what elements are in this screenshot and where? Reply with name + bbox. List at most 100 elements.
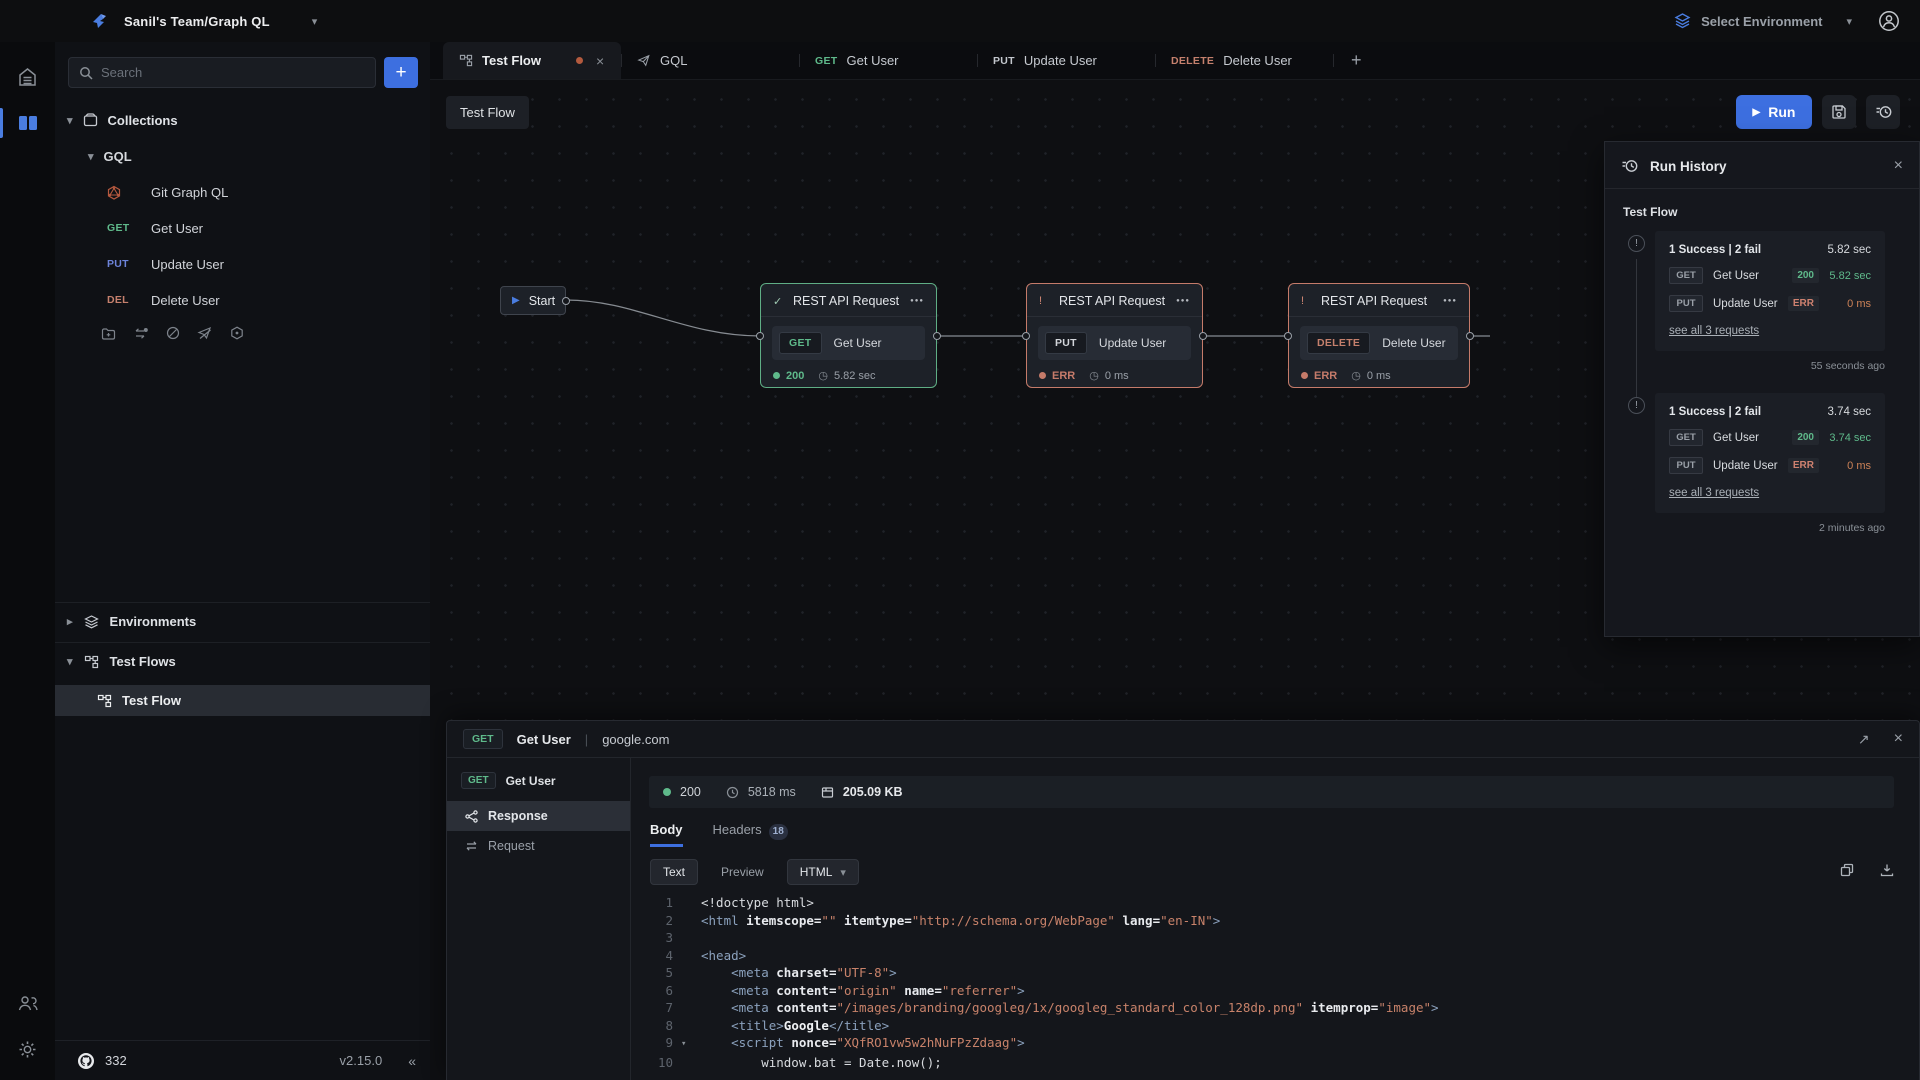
app-window: Sanil's Team/Graph QL ▾ Select Environme…	[0, 0, 1920, 1080]
sidebar-item-delete-user[interactable]: DELDelete User	[55, 282, 430, 318]
folder-gql[interactable]: ▾ GQL	[55, 138, 430, 174]
drawer-tab-response[interactable]: Response	[447, 801, 630, 831]
node-menu-icon[interactable]: ●●●	[1176, 298, 1190, 304]
gear-icon[interactable]	[0, 1026, 55, 1072]
view-preview-button[interactable]: Preview	[708, 859, 777, 885]
send-icon	[637, 54, 651, 67]
tab-label: Delete User	[1223, 53, 1292, 68]
collections-nav-icon[interactable]	[0, 100, 55, 146]
flow-title-chip: Test Flow	[446, 96, 529, 129]
environments-section[interactable]: ▸ Environments	[55, 602, 430, 640]
home-icon[interactable]	[0, 54, 55, 100]
tab-label: Update User	[1024, 53, 1097, 68]
request-label: Update User	[151, 257, 224, 272]
duration: 0 ms	[1819, 298, 1871, 310]
collection-toolbar	[55, 318, 430, 348]
see-all-requests-link[interactable]: see all 3 requests	[1669, 487, 1759, 499]
run-request-row: GETGet User2003.74 sec	[1669, 429, 1871, 446]
code-line: 5 <meta charset="UTF-8">	[631, 964, 1919, 982]
run-button[interactable]: ▶ Run	[1736, 95, 1812, 129]
new-tab-button[interactable]: +	[1333, 42, 1380, 79]
arrows-swap-icon[interactable]	[133, 327, 149, 340]
clock-slash-icon[interactable]	[166, 326, 180, 340]
divider: |	[585, 732, 588, 747]
clock-icon: ◷	[1089, 369, 1099, 382]
view-text-button[interactable]: Text	[650, 859, 698, 885]
start-node[interactable]: ▶ Start	[500, 286, 566, 315]
sidebar-item-git-graph-ql[interactable]: Git Graph QL	[55, 174, 430, 210]
node-menu-icon[interactable]: ●●●	[910, 298, 924, 304]
node-request-chip[interactable]: PUTUpdate User	[1038, 326, 1191, 360]
github-stars: 332	[105, 1053, 127, 1068]
close-tab-icon[interactable]: ×	[596, 53, 604, 69]
search-box	[68, 57, 376, 88]
flow-node-update-user[interactable]: !REST API Request●●●PUTUpdate UserERR◷0 …	[1026, 283, 1203, 388]
tab-gql[interactable]: GQL	[621, 42, 799, 79]
fold-caret-icon[interactable]: ▾	[681, 1034, 695, 1054]
collections-header[interactable]: ▾ Collections	[55, 102, 430, 138]
node-menu-icon[interactable]: ●●●	[1443, 298, 1457, 304]
account-icon[interactable]	[1878, 10, 1900, 32]
search-input[interactable]	[101, 65, 365, 80]
history-icon	[1621, 158, 1638, 174]
flow-icon	[459, 54, 473, 67]
node-request-chip[interactable]: DELETEDelete User	[1300, 326, 1458, 360]
expand-icon[interactable]: ↗	[1858, 731, 1870, 748]
input-port[interactable]	[756, 332, 764, 340]
code-line: 9▾ <script nonce="XQfRO1vw5w2hNuFPzZdaag…	[631, 1034, 1919, 1054]
save-button[interactable]	[1822, 95, 1856, 129]
workspace-title[interactable]: Sanil's Team/Graph QL	[124, 14, 270, 29]
flow-node-delete-user[interactable]: !REST API Request●●●DELETEDelete UserERR…	[1288, 283, 1470, 388]
tab-delete-user[interactable]: DELETEDelete User	[1155, 42, 1333, 79]
close-icon[interactable]: ×	[1894, 157, 1903, 175]
add-collection-button[interactable]: +	[384, 57, 418, 88]
run-history-flow-name: Test Flow	[1623, 205, 1901, 219]
test-flows-section[interactable]: ▾ Test Flows	[55, 642, 430, 680]
tab-body[interactable]: Body	[650, 822, 683, 847]
warning-icon: !	[1301, 295, 1312, 307]
status-badge: 200	[1792, 430, 1819, 445]
run-history-button[interactable]	[1866, 95, 1900, 129]
sidebar-item-test-flow[interactable]: Test Flow	[55, 685, 430, 716]
status-code: 200	[786, 370, 804, 382]
tab-test-flow[interactable]: Test Flow×	[443, 42, 621, 79]
output-port[interactable]	[1466, 332, 1474, 340]
request-name: Update User	[1099, 336, 1166, 350]
people-icon[interactable]	[0, 980, 55, 1026]
collapse-sidebar-button[interactable]: «	[408, 1053, 416, 1069]
line-number: 3	[631, 929, 681, 947]
output-port[interactable]	[933, 332, 941, 340]
run-history-panel: Run History × Test Flow !1 Success | 2 f…	[1604, 141, 1920, 637]
duration: 0 ms	[1819, 460, 1871, 472]
drawer-tab-request[interactable]: Request	[447, 831, 630, 861]
tab-get-user[interactable]: GETGet User	[799, 42, 977, 79]
see-all-requests-link[interactable]: see all 3 requests	[1669, 325, 1759, 337]
folder-plus-icon[interactable]	[101, 327, 116, 340]
environment-selector[interactable]: Select Environment ▾	[1674, 13, 1852, 29]
output-port[interactable]	[1199, 332, 1207, 340]
hexagon-icon[interactable]	[230, 326, 244, 340]
download-icon[interactable]	[1880, 863, 1894, 882]
tab-bar: Test Flow×GQLGETGet UserPUTUpdate UserDE…	[430, 42, 1920, 80]
tab-update-user[interactable]: PUTUpdate User	[977, 42, 1155, 79]
github-icon[interactable]	[77, 1052, 95, 1070]
response-body-code[interactable]: 1<!doctype html>2<html itemscope="" item…	[631, 894, 1919, 1071]
output-port[interactable]	[562, 297, 570, 305]
flow-node-get-user[interactable]: ✓REST API Request●●●GETGet User200◷5.82 …	[760, 283, 937, 388]
close-icon[interactable]: ×	[1894, 730, 1903, 748]
run-request-row: PUTUpdate UserERR0 ms	[1669, 457, 1871, 474]
tab-headers[interactable]: Headers18	[713, 822, 788, 847]
workspace-caret-icon[interactable]: ▾	[312, 15, 318, 28]
node-request-chip[interactable]: GETGet User	[772, 326, 925, 360]
drawer-request-item[interactable]: GET Get User	[447, 768, 630, 801]
play-icon: ▶	[1753, 107, 1761, 118]
send-slash-icon[interactable]	[197, 326, 213, 340]
copy-icon[interactable]	[1840, 863, 1854, 882]
sidebar-item-update-user[interactable]: PUTUpdate User	[55, 246, 430, 282]
request-name: Get User	[517, 732, 571, 747]
format-select[interactable]: HTML▾	[787, 859, 859, 885]
line-number: 9	[631, 1034, 681, 1054]
input-port[interactable]	[1022, 332, 1030, 340]
input-port[interactable]	[1284, 332, 1292, 340]
sidebar-item-get-user[interactable]: GETGet User	[55, 210, 430, 246]
